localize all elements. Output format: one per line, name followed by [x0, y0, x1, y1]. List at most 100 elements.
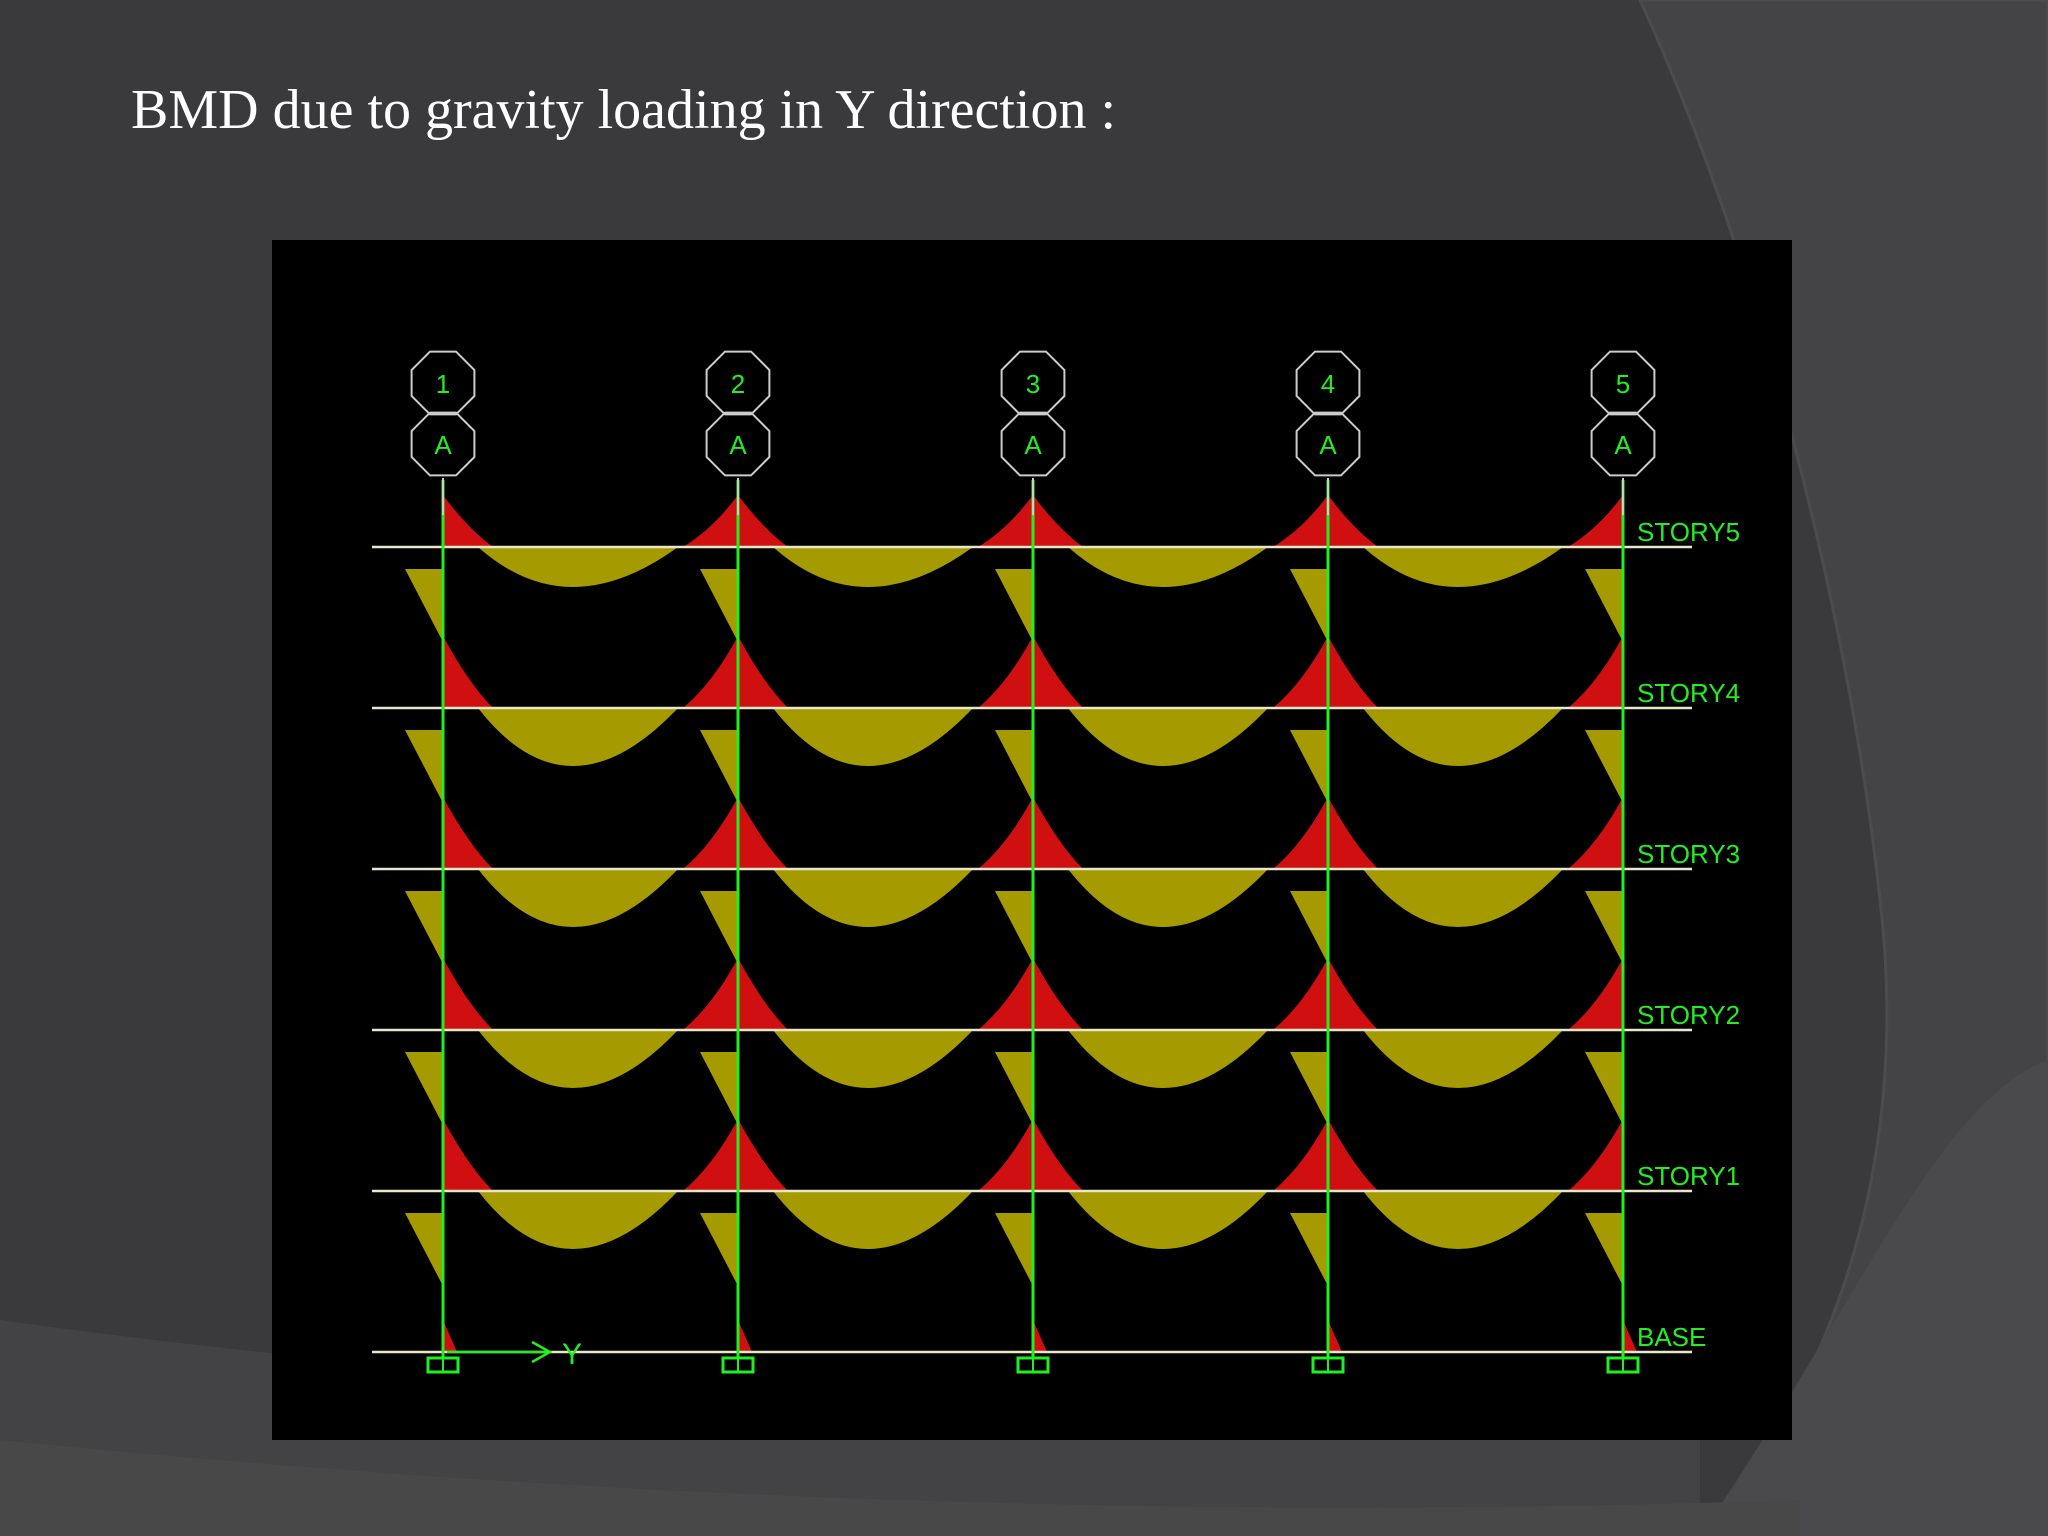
beam-hogging-moment: [1273, 495, 1328, 547]
beam-hogging-moment: [1033, 797, 1083, 869]
column-moment: [995, 891, 1033, 964]
beam-hogging-moment: [1033, 1119, 1083, 1191]
beam-hogging-moment: [1033, 636, 1083, 708]
column-moment: [405, 1052, 443, 1125]
beam-hogging-moment: [683, 1119, 738, 1191]
story-label: BASE: [1637, 1322, 1706, 1352]
column-moment: [405, 569, 443, 642]
beam-hogging-moment: [738, 797, 788, 869]
beam-hogging-moment: [738, 495, 788, 547]
slide-title: BMD due to gravity loading in Y directio…: [131, 79, 1117, 141]
beam-sagging-moment: [1363, 547, 1563, 587]
beam-sagging-moment: [1363, 1191, 1563, 1249]
beam-sagging-moment: [478, 547, 678, 587]
beam-hogging-moment: [738, 636, 788, 708]
beam-hogging-moment: [978, 1119, 1033, 1191]
beam-sagging-moment: [773, 869, 973, 927]
base-moment: [1033, 1320, 1047, 1352]
beam-hogging-moment: [1568, 1119, 1623, 1191]
bmd-frame-drawing: 1 A 2 A 3 A 4 A 5 A STORY5 STORY4 STORY3 STORY2 STORY1…: [372, 350, 1740, 1374]
beam-hogging-moment: [978, 636, 1033, 708]
column-moment: [995, 569, 1033, 642]
grid-row-label: A: [434, 430, 452, 460]
beam-sagging-moment: [478, 708, 678, 766]
column-moment: [700, 891, 738, 964]
grid-line-label: 2: [731, 369, 745, 399]
beam-sagging-moment: [1068, 708, 1268, 766]
grid-line-label: 1: [436, 369, 450, 399]
beam-hogging-moment: [1568, 797, 1623, 869]
beam-sagging-moment: [1068, 547, 1268, 587]
column-moment: [995, 1213, 1033, 1286]
base-moment: [1623, 1320, 1637, 1352]
column-moment: [405, 891, 443, 964]
grid-row-label: A: [1614, 430, 1632, 460]
beam-hogging-moment: [683, 797, 738, 869]
column-moment: [700, 569, 738, 642]
beam-hogging-moment: [738, 958, 788, 1030]
story-label: STORY5: [1637, 517, 1740, 547]
beam-sagging-moment: [478, 1191, 678, 1249]
beam-hogging-moment: [1273, 797, 1328, 869]
beam-hogging-moment: [978, 958, 1033, 1030]
grid-row-label: A: [729, 430, 747, 460]
grid-line-label: 3: [1026, 369, 1040, 399]
beam-hogging-moment: [1033, 958, 1083, 1030]
beam-hogging-moment: [1568, 636, 1623, 708]
column-moment: [1585, 891, 1623, 964]
beam-hogging-moment: [1273, 1119, 1328, 1191]
bmd-diagram: 1 A 2 A 3 A 4 A 5 A STORY5 STORY4 STORY3 STORY2 STORY1…: [272, 240, 1792, 1440]
beam-sagging-moment: [1363, 1030, 1563, 1088]
beam-hogging-moment: [1273, 636, 1328, 708]
beam-sagging-moment: [1363, 869, 1563, 927]
beam-hogging-moment: [443, 1119, 493, 1191]
base-moment: [443, 1320, 457, 1352]
beam-hogging-moment: [1328, 1119, 1378, 1191]
grid-line-label: 4: [1321, 369, 1335, 399]
beam-hogging-moment: [1568, 495, 1623, 547]
column-moment: [1585, 1213, 1623, 1286]
beam-hogging-moment: [738, 1119, 788, 1191]
beam-hogging-moment: [978, 495, 1033, 547]
story-label: STORY3: [1637, 839, 1740, 869]
column-moment: [1290, 569, 1328, 642]
column-moment: [1290, 891, 1328, 964]
beam-sagging-moment: [773, 708, 973, 766]
column-moment: [1290, 730, 1328, 803]
column-moment: [700, 1052, 738, 1125]
column-moment: [405, 730, 443, 803]
beam-sagging-moment: [1068, 1191, 1268, 1249]
column-moment: [700, 1213, 738, 1286]
grid-row-label: A: [1024, 430, 1042, 460]
beam-hogging-moment: [1328, 797, 1378, 869]
beam-sagging-moment: [773, 1191, 973, 1249]
beam-hogging-moment: [683, 958, 738, 1030]
story-label: STORY1: [1637, 1161, 1740, 1191]
y-axis-label: Y: [562, 1338, 582, 1371]
beam-hogging-moment: [978, 797, 1033, 869]
grid-line-label: 5: [1616, 369, 1630, 399]
story-label: STORY4: [1637, 678, 1740, 708]
beam-sagging-moment: [1068, 1030, 1268, 1088]
beam-hogging-moment: [683, 495, 738, 547]
story-label: STORY2: [1637, 1000, 1740, 1030]
column-moment: [1585, 569, 1623, 642]
beam-hogging-moment: [1033, 495, 1083, 547]
beam-hogging-moment: [1328, 958, 1378, 1030]
column-moment: [1585, 1052, 1623, 1125]
column-moment: [995, 1052, 1033, 1125]
column-moment: [995, 730, 1033, 803]
beam-hogging-moment: [443, 495, 493, 547]
beam-sagging-moment: [478, 1030, 678, 1088]
beam-hogging-moment: [443, 797, 493, 869]
beam-hogging-moment: [1328, 636, 1378, 708]
column-moment: [1290, 1052, 1328, 1125]
beam-sagging-moment: [773, 547, 973, 587]
column-moment: [1290, 1213, 1328, 1286]
base-moment: [1328, 1320, 1342, 1352]
grid-row-label: A: [1319, 430, 1337, 460]
column-moment: [1585, 730, 1623, 803]
beam-sagging-moment: [1068, 869, 1268, 927]
beam-hogging-moment: [1568, 958, 1623, 1030]
column-moment: [405, 1213, 443, 1286]
